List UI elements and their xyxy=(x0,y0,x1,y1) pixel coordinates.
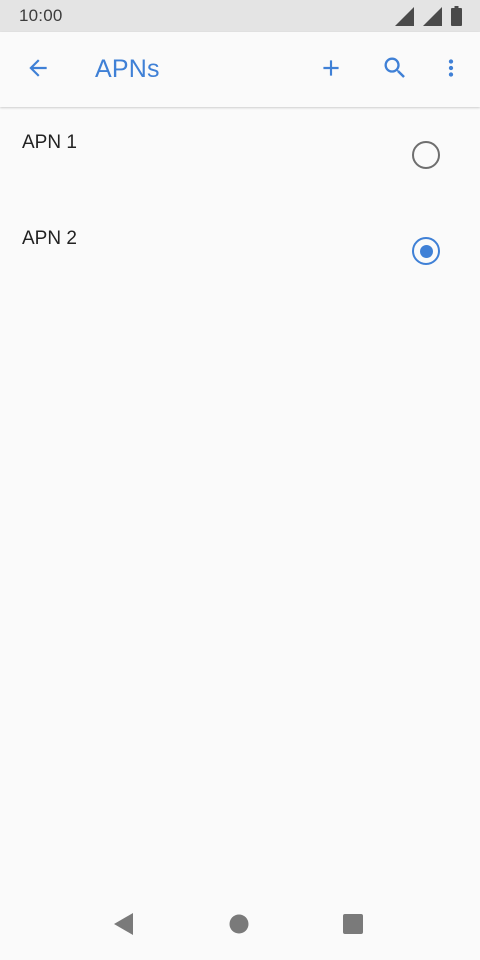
nav-home-button[interactable] xyxy=(215,902,263,950)
status-time: 10:00 xyxy=(19,6,63,25)
arrow-back-icon xyxy=(25,55,51,86)
signal-icon xyxy=(395,6,414,26)
add-apn-button[interactable] xyxy=(307,46,355,94)
nav-recents-button[interactable] xyxy=(329,902,377,950)
navigation-bar xyxy=(0,888,480,960)
nav-recents-icon xyxy=(343,913,363,939)
plus-icon xyxy=(318,55,344,86)
list-item[interactable]: APN 2 xyxy=(0,203,480,299)
status-icons xyxy=(395,6,462,26)
battery-icon xyxy=(451,6,462,26)
more-options-button[interactable] xyxy=(427,46,475,94)
search-button[interactable] xyxy=(371,46,419,94)
apn-radio[interactable] xyxy=(412,141,440,169)
page-title: APNs xyxy=(95,55,160,83)
apn-label: APN 1 xyxy=(22,132,77,153)
more-vert-icon xyxy=(438,55,464,86)
nav-back-button[interactable] xyxy=(100,902,148,950)
apns-screen: 10:00 APNs APN 1 APN 2 xyxy=(0,0,480,960)
search-icon xyxy=(381,54,409,87)
status-bar: 10:00 xyxy=(0,0,480,32)
apn-radio[interactable] xyxy=(412,237,440,265)
apn-list: APN 1 APN 2 xyxy=(0,107,480,299)
nav-home-icon xyxy=(229,914,249,939)
signal-icon xyxy=(423,6,442,26)
app-bar: APNs xyxy=(0,32,480,107)
apn-label: APN 2 xyxy=(22,228,77,249)
back-button[interactable] xyxy=(14,46,62,94)
nav-back-icon xyxy=(113,912,135,941)
list-item[interactable]: APN 1 xyxy=(0,107,480,203)
